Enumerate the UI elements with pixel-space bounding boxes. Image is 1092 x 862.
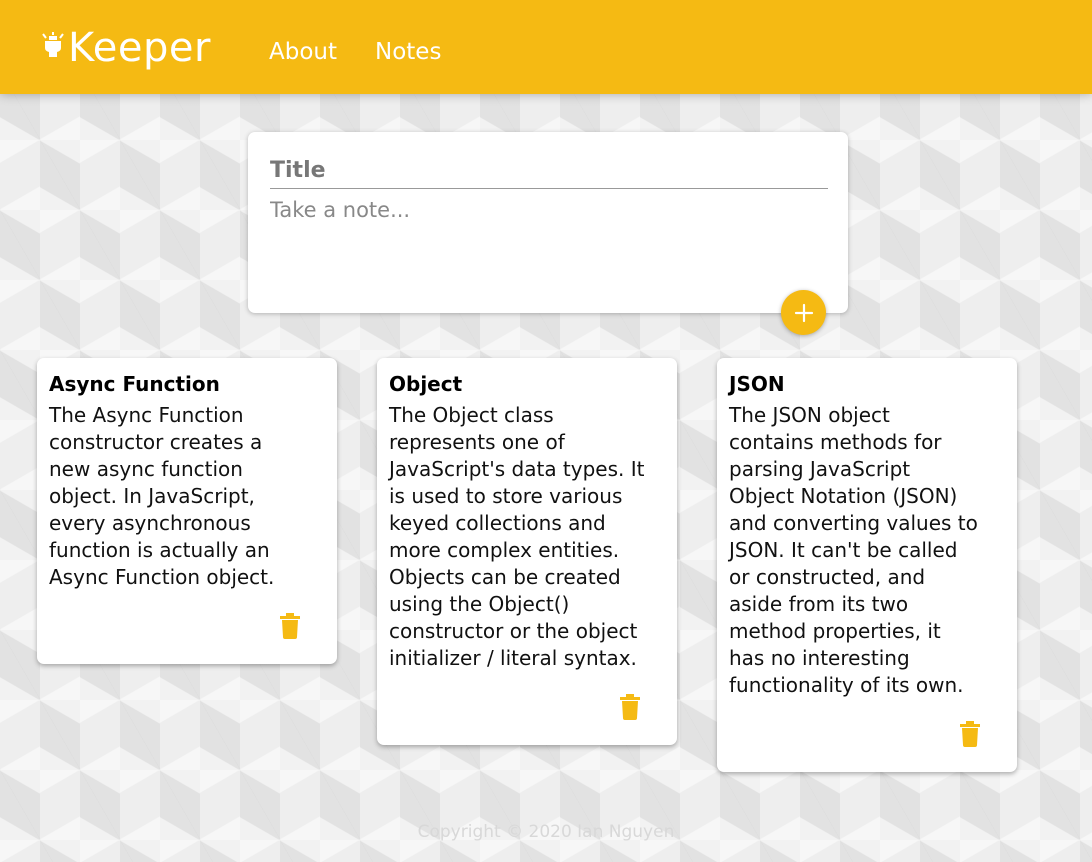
app-header: Keeper About Notes — [0, 0, 1092, 94]
note-content: The JSON object contains methods for par… — [729, 403, 978, 697]
delete-note-button[interactable] — [619, 693, 641, 721]
footer: Copyright © 2020 Ian Nguyen — [0, 818, 1092, 846]
plus-icon — [794, 303, 813, 322]
note-title: Object — [389, 372, 463, 396]
delete-note-button[interactable] — [959, 720, 981, 748]
note-card: Async Function The Async Function constr… — [37, 358, 337, 664]
note-title: JSON — [729, 372, 785, 396]
add-note-button[interactable] — [781, 290, 826, 335]
note-card: Object The Object class represents one o… — [377, 358, 677, 745]
note-content-input[interactable] — [270, 198, 828, 288]
brand[interactable]: Keeper — [40, 24, 211, 72]
note-content: The Object class represents one of JavaS… — [389, 403, 645, 670]
create-note-form — [248, 132, 848, 335]
trash-icon — [280, 613, 300, 639]
copyright-text: Copyright © 2020 Ian Nguyen — [417, 822, 675, 842]
lightbulb-icon — [42, 32, 64, 57]
main-nav: About Notes — [269, 36, 441, 68]
nav-item-about[interactable]: About — [269, 36, 337, 68]
trash-icon — [960, 721, 980, 747]
note-title: Async Function — [49, 372, 220, 396]
note-content: The Async Function constructor creates a… — [49, 403, 275, 589]
nav-item-notes[interactable]: Notes — [375, 36, 441, 68]
note-title-input[interactable] — [270, 152, 828, 189]
note-card: JSON The JSON object contains methods fo… — [717, 358, 1017, 772]
brand-name: Keeper — [68, 25, 211, 71]
delete-note-button[interactable] — [279, 612, 301, 640]
trash-icon — [620, 694, 640, 720]
